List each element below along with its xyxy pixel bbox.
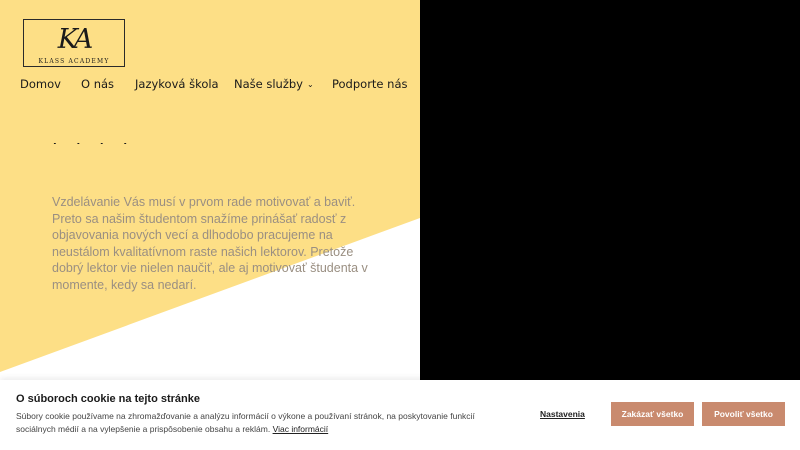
- cookie-settings-link[interactable]: Nastavenia: [540, 409, 585, 419]
- nav-item-label: O nás: [81, 77, 115, 91]
- hero-body-text: Vzdelávanie Vás musí v prvom rade motivo…: [52, 195, 368, 292]
- cookie-title: O súboroch cookie na tejto stránke: [16, 393, 200, 405]
- nav-item-podporte-nas[interactable]: Podporte nás: [332, 77, 408, 91]
- allow-all-button[interactable]: Povoliť všetko: [702, 402, 785, 426]
- nav-item-label: Domov: [20, 77, 61, 91]
- brand-logo[interactable]: KA KLASS ACADEMY: [23, 19, 125, 67]
- hero-media: [420, 0, 800, 380]
- nav-item-label: Podporte nás: [332, 77, 408, 91]
- nav-item-jazykova-skola[interactable]: Jazyková škola: [135, 77, 219, 91]
- cookie-more-info-link[interactable]: Viac informácií: [273, 424, 329, 434]
- cookie-description: Súbory cookie používame na zhromažďovani…: [16, 410, 486, 436]
- logo-name: KLASS ACADEMY: [38, 58, 110, 65]
- cookie-banner: O súboroch cookie na tejto stránke Súbor…: [0, 380, 800, 450]
- chevron-down-icon: ⌄: [307, 80, 314, 89]
- nav-item-o-nas[interactable]: O nás: [81, 77, 114, 91]
- deny-all-button[interactable]: Zakázať všetko: [611, 402, 694, 426]
- nav-item-nase-sluzby[interactable]: Naše služby ⌄: [234, 77, 314, 91]
- nav-item-label: Jazyková škola: [135, 77, 219, 91]
- nav-item-label: Naše služby: [234, 77, 303, 91]
- logo-monogram: KA: [57, 24, 94, 55]
- nav-item-domov[interactable]: Domov: [20, 77, 61, 91]
- cookie-description-text: Súbory cookie používame na zhromažďovani…: [16, 411, 475, 434]
